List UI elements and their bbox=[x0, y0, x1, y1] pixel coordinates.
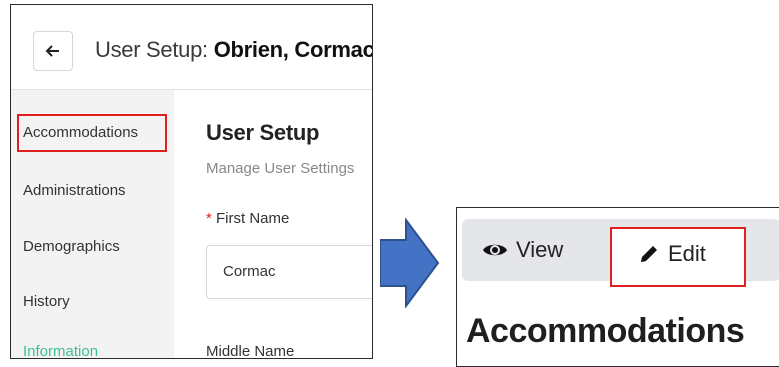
sidebar-item-accommodations[interactable]: Accommodations bbox=[23, 124, 138, 141]
first-name-field[interactable]: Cormac bbox=[206, 245, 372, 299]
header-bar: User Setup: Obrien, Cormac bbox=[11, 5, 372, 90]
sidebar-item-information[interactable]: Information bbox=[23, 343, 98, 358]
view-button[interactable]: View bbox=[482, 219, 563, 281]
sidebar-item-history[interactable]: History bbox=[23, 293, 70, 310]
right-arrow-icon bbox=[380, 218, 440, 308]
first-name-label-text: First Name bbox=[216, 210, 290, 227]
edit-label: Edit bbox=[668, 241, 706, 266]
zoomed-detail: View Edit Accommodations bbox=[456, 207, 779, 367]
accommodations-heading: Accommodations bbox=[466, 312, 745, 350]
required-marker: * bbox=[206, 210, 212, 227]
first-name-value: Cormac bbox=[223, 263, 276, 280]
page-title-prefix: User Setup: bbox=[95, 37, 214, 62]
edit-button[interactable]: Edit bbox=[638, 223, 706, 285]
sidebar-item-administrations[interactable]: Administrations bbox=[23, 182, 126, 199]
eye-icon bbox=[483, 244, 507, 256]
page-title-user-name: Obrien, Cormac bbox=[213, 37, 373, 62]
sidebar-item-demographics[interactable]: Demographics bbox=[23, 238, 120, 255]
sidebar: Accommodations Administrations Demograph… bbox=[11, 90, 174, 358]
back-button[interactable] bbox=[33, 31, 73, 71]
app-screenshot: User Setup: Obrien, Cormac Accommodation… bbox=[10, 4, 373, 359]
pencil-icon bbox=[641, 246, 657, 262]
middle-name-label: Middle Name bbox=[206, 343, 295, 359]
view-label: View bbox=[516, 237, 564, 262]
page-title: User Setup: Obrien, Cormac bbox=[95, 37, 373, 63]
main-content: User Setup Manage User Settings * First … bbox=[174, 90, 372, 359]
section-subtitle: Manage User Settings bbox=[206, 160, 355, 177]
arrow-left-icon bbox=[45, 45, 59, 57]
first-name-label: * First Name bbox=[206, 210, 289, 227]
section-title: User Setup bbox=[206, 120, 320, 145]
view-edit-toggle: View Edit bbox=[462, 219, 779, 287]
